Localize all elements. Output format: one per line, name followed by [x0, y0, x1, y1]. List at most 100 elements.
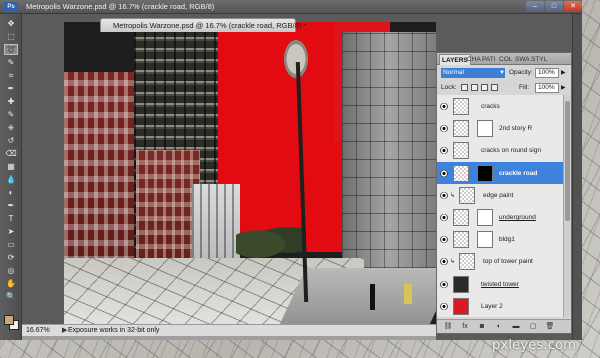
yellow-bin — [404, 284, 412, 304]
lock-label: Lock: — [441, 84, 457, 91]
layer-row[interactable]: crackle road — [437, 161, 563, 186]
lock-all-icon[interactable] — [491, 84, 498, 91]
marquee-icon[interactable]: ⬚ — [4, 31, 18, 42]
layer-thumbnail[interactable] — [459, 253, 475, 271]
eye-visibility-icon[interactable] — [440, 191, 448, 199]
lasso-icon[interactable]: ➰ — [4, 44, 18, 55]
layer-row[interactable]: Layer 2 — [437, 294, 563, 317]
layer-row[interactable]: twisted tower — [437, 272, 563, 297]
eraser-icon[interactable]: ⌫ — [4, 148, 18, 159]
shape-icon[interactable]: ▭ — [4, 239, 18, 250]
document-tab[interactable]: Metropolis Warzone.psd @ 16.7% (crackle … — [100, 18, 306, 32]
opacity-label: Opacity: — [509, 69, 533, 76]
watermark: pxleyes.com — [492, 338, 577, 353]
layer-thumbnail[interactable] — [453, 142, 469, 160]
eye-visibility-icon[interactable] — [440, 147, 448, 155]
foreground-color-swatch[interactable] — [4, 315, 14, 325]
pavement-curb — [278, 268, 436, 324]
layer-thumbnail[interactable] — [453, 209, 469, 226]
opacity-input[interactable]: 100% — [535, 68, 559, 78]
photoshop-window: Ps Metropolis Warzone.psd @ 16.7% (crack… — [0, 0, 582, 340]
fill-label: Fill: — [519, 84, 530, 91]
3d-orbit-icon[interactable]: ◎ — [4, 265, 18, 276]
tab-col[interactable]: COL — [497, 54, 514, 65]
zoom-level-field[interactable]: 16.67% — [26, 325, 60, 336]
lock-transparent-pixels-icon[interactable] — [461, 84, 468, 91]
layer-row[interactable]: 2nd story R — [437, 117, 563, 142]
eyedropper-icon[interactable]: ✒ — [4, 83, 18, 94]
layer-row[interactable]: ↳ top of tower paint — [437, 250, 563, 275]
chevron-down-icon: ▼ — [499, 70, 505, 76]
close-button[interactable]: ✕ — [564, 1, 582, 12]
opacity-slider-caret-icon[interactable]: ▶ — [561, 68, 566, 78]
layer-thumbnail[interactable] — [453, 164, 469, 182]
layer-mask-thumbnail[interactable] — [477, 231, 493, 249]
link-layers-icon[interactable]: ⛓ — [443, 322, 453, 331]
status-menu-arrow-icon[interactable]: ▶ — [62, 325, 67, 336]
blur-icon[interactable]: 💧 — [4, 174, 18, 185]
layer-thumbnail[interactable] — [453, 120, 469, 138]
minimize-button[interactable]: – — [526, 1, 544, 12]
type-icon[interactable]: T — [4, 213, 18, 224]
layer-thumbnail[interactable] — [453, 275, 469, 293]
zoom-icon[interactable]: 🔍 — [4, 291, 18, 302]
fill-input[interactable]: 100% — [535, 83, 559, 93]
maximize-button[interactable]: □ — [545, 1, 563, 12]
path-select-icon[interactable]: ➤ — [4, 226, 18, 237]
quick-select-icon[interactable]: ✎ — [4, 57, 18, 68]
adjustment-layer-icon[interactable]: ◐ — [494, 322, 504, 331]
history-brush-icon[interactable]: ↺ — [4, 135, 18, 146]
clone-stamp-icon[interactable]: ⎈ — [4, 122, 18, 133]
layer-row[interactable]: bldg1 — [437, 228, 563, 253]
eye-visibility-icon[interactable] — [440, 103, 448, 110]
layer-mask-thumbnail[interactable] — [477, 209, 493, 226]
crop-icon[interactable]: ⌗ — [4, 70, 18, 81]
lock-image-pixels-icon[interactable] — [471, 84, 478, 91]
document-canvas[interactable] — [64, 22, 436, 324]
panel-dock-strip — [572, 14, 582, 340]
eye-visibility-icon[interactable] — [440, 169, 448, 177]
layer-mask-thumbnail[interactable] — [477, 120, 493, 138]
3d-rotate-icon[interactable]: ⟳ — [4, 252, 18, 263]
new-layer-icon[interactable]: ▢ — [528, 322, 538, 331]
layers-scrollbar[interactable] — [563, 95, 571, 317]
eye-visibility-icon[interactable] — [440, 258, 448, 266]
layer-name: bldg1 — [499, 236, 515, 244]
layer-row[interactable]: cracks on round sign — [437, 139, 563, 164]
layer-row[interactable]: ↳ edge paint — [437, 183, 563, 208]
group-folder-icon[interactable]: ▬ — [511, 322, 521, 331]
layer-row[interactable]: underground — [437, 206, 563, 230]
layer-thumbnail[interactable] — [453, 297, 469, 315]
eye-visibility-icon[interactable] — [440, 236, 448, 244]
eye-visibility-icon[interactable] — [440, 280, 448, 288]
hand-icon[interactable]: ✋ — [4, 278, 18, 289]
trash-icon[interactable]: 🗑 — [545, 322, 555, 331]
dodge-icon[interactable]: ◐ — [4, 187, 18, 198]
layers-list: cracks 2nd story R cracks on round sign cra… — [437, 95, 563, 317]
layer-thumbnail[interactable] — [453, 231, 469, 249]
layers-scrollbar-thumb[interactable] — [565, 101, 570, 221]
blend-mode-select[interactable]: Normal ▼ — [441, 68, 505, 78]
layer-mask-thumbnail[interactable] — [477, 164, 493, 182]
eye-visibility-icon[interactable] — [440, 125, 448, 133]
add-mask-icon[interactable]: ◙ — [477, 322, 487, 331]
eye-visibility-icon[interactable] — [440, 302, 448, 310]
pen-icon[interactable]: ✒ — [4, 200, 18, 211]
gradient-icon[interactable]: ▦ — [4, 161, 18, 172]
fx-icon[interactable]: fx — [460, 322, 470, 331]
tab-pati[interactable]: PATI — [480, 54, 497, 65]
horizontal-scrollbar[interactable] — [22, 336, 436, 340]
fill-slider-caret-icon[interactable]: ▶ — [561, 83, 566, 93]
lock-position-icon[interactable] — [481, 84, 488, 91]
healing-icon[interactable]: ✚ — [4, 96, 18, 107]
photoshop-logo: Ps — [4, 2, 18, 12]
layer-thumbnail[interactable] — [459, 186, 475, 204]
layer-row[interactable]: cracks — [437, 95, 563, 119]
eye-visibility-icon[interactable] — [440, 214, 448, 221]
brush-icon[interactable]: ✎ — [4, 109, 18, 120]
clipping-arrow-icon: ↳ — [450, 192, 456, 199]
tab-styl[interactable]: STYL — [529, 54, 549, 65]
white-building — [192, 184, 240, 266]
layer-thumbnail[interactable] — [453, 98, 469, 115]
move-icon[interactable]: ✥ — [4, 18, 18, 29]
